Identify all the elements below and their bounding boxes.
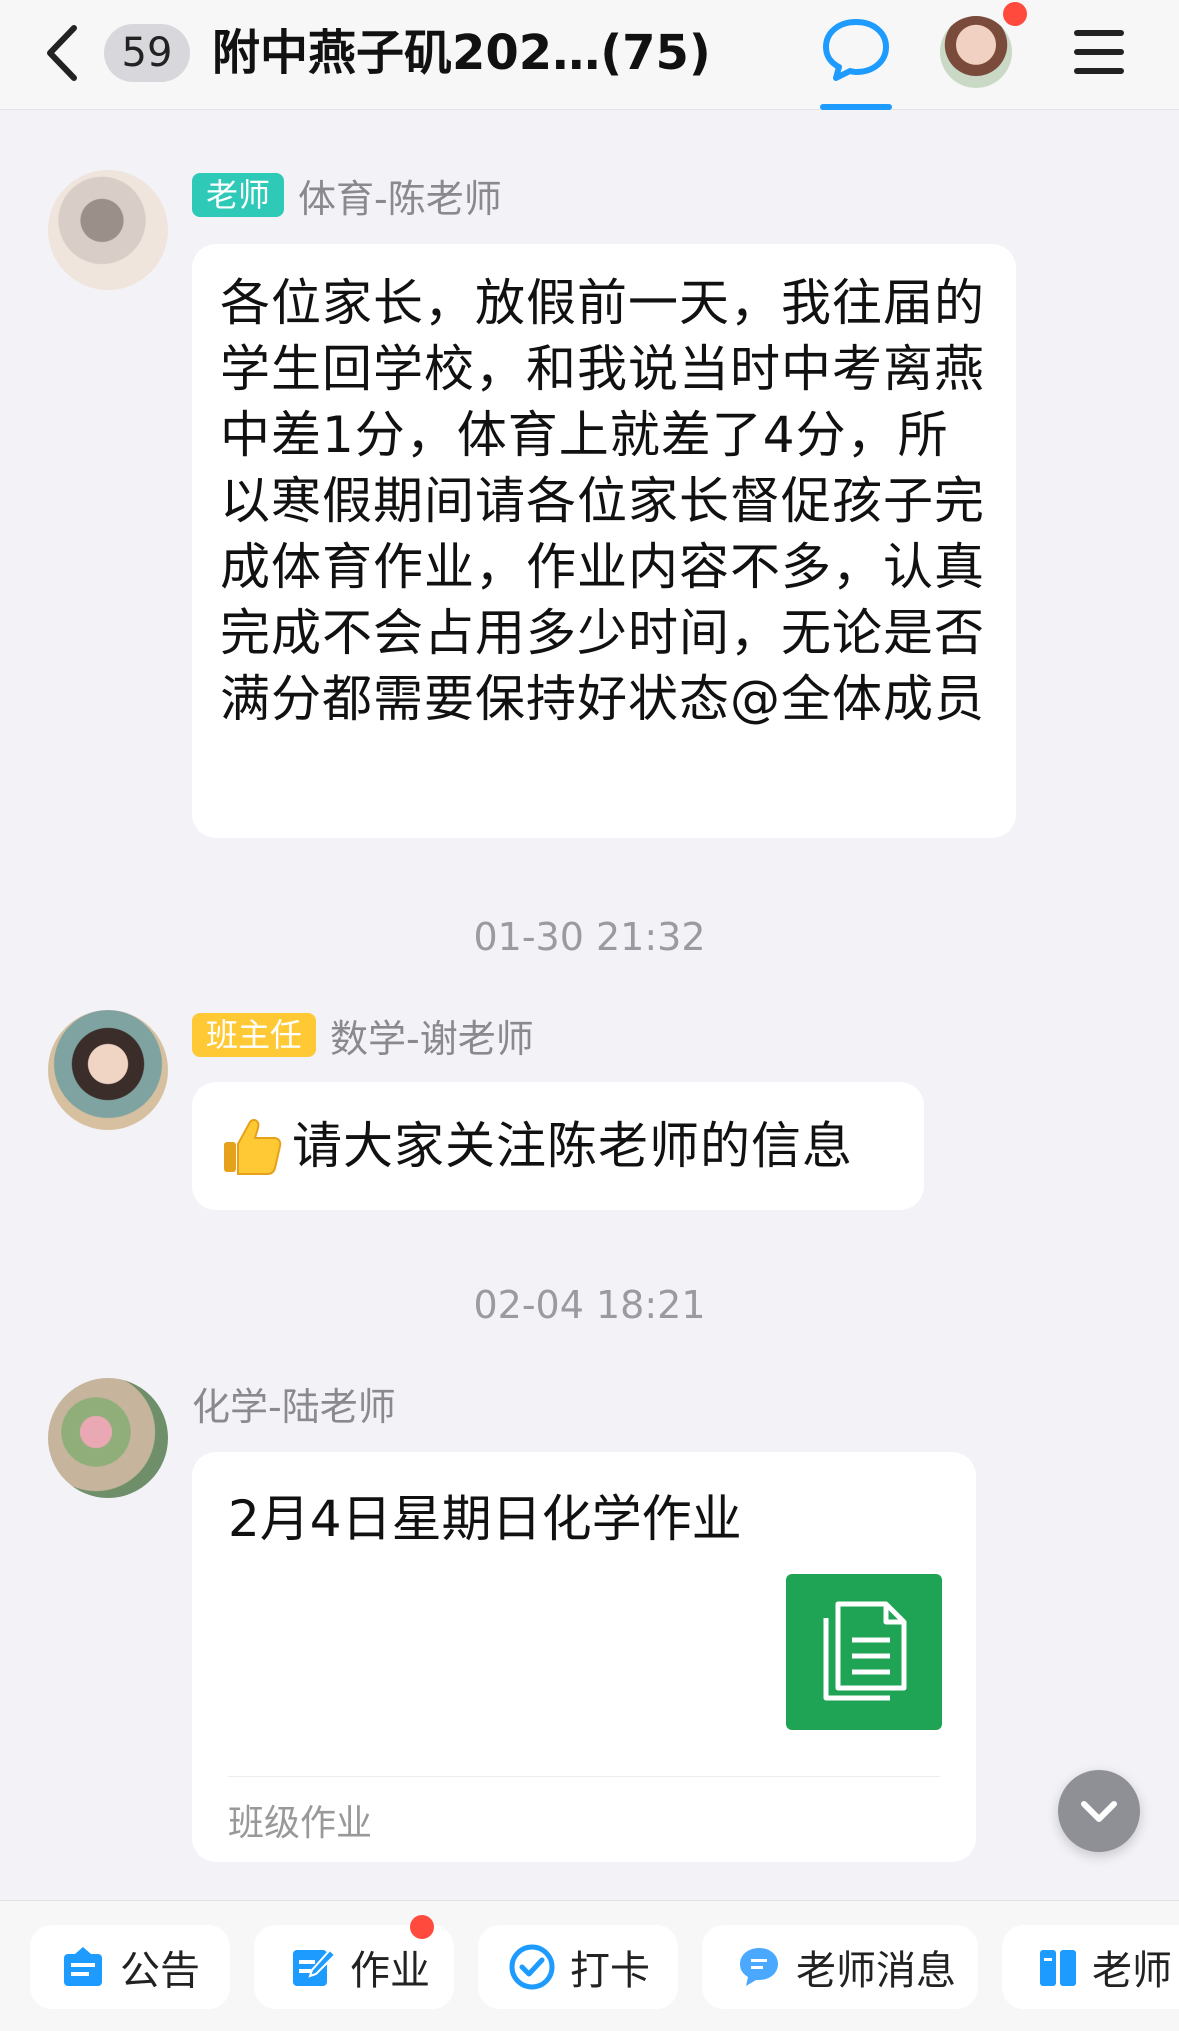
toolbar-label: 老师 bbox=[1092, 1948, 1172, 1994]
bottom-toolbar: 公告 作业 打卡 老师消息 老师 bbox=[0, 1900, 1179, 2031]
message-timestamp: 01-30 21:32 bbox=[473, 915, 706, 959]
chevron-down-icon bbox=[1081, 1801, 1117, 1822]
teacher-icon bbox=[1040, 1950, 1076, 1986]
sender-line: 老师 体育-陈老师 bbox=[192, 172, 502, 221]
toolbar-label: 公告 bbox=[120, 1948, 200, 1994]
sender-line: 化学-陆老师 bbox=[192, 1380, 396, 1429]
top-bar: 59 附中燕子矶202…(75) bbox=[0, 0, 1179, 110]
user-avatar[interactable] bbox=[940, 16, 1012, 88]
unread-count-badge[interactable]: 59 bbox=[104, 24, 190, 82]
group-title[interactable]: 附中燕子矶202…(75) bbox=[212, 18, 711, 88]
homework-card[interactable]: 2月4日星期日化学作业 班级作业 bbox=[192, 1452, 976, 1862]
scroll-to-bottom-button[interactable] bbox=[1058, 1770, 1140, 1852]
chat-tab[interactable] bbox=[820, 14, 892, 110]
teacher-button[interactable]: 老师 bbox=[1002, 1925, 1179, 2009]
toolbar-label: 打卡 bbox=[570, 1948, 650, 1994]
notice-icon bbox=[64, 1947, 102, 1986]
notification-dot bbox=[1003, 2, 1027, 26]
homework-notification-dot bbox=[410, 1915, 434, 1939]
sender-avatar[interactable] bbox=[48, 1378, 168, 1498]
back-chevron-icon[interactable] bbox=[40, 22, 90, 84]
card-footer-label: 班级作业 bbox=[228, 1803, 373, 1844]
role-tag: 老师 bbox=[192, 173, 285, 217]
checkin-button[interactable]: 打卡 bbox=[478, 1925, 678, 2009]
document-icon bbox=[786, 1574, 942, 1730]
menu-icon[interactable] bbox=[1074, 30, 1124, 74]
message-text: 各位家长，放假前一天，我往届的学生回学校，和我说当时中考离燕中差1分，体育上就差… bbox=[220, 274, 985, 728]
chat-bubble-icon bbox=[823, 19, 889, 81]
card-divider bbox=[228, 1776, 940, 1777]
homework-title: 2月4日星期日化学作业 bbox=[228, 1490, 742, 1548]
teacher-message-icon bbox=[740, 1948, 778, 1986]
sender-name: 化学-陆老师 bbox=[192, 1384, 396, 1429]
sender-name: 体育-陈老师 bbox=[298, 176, 502, 221]
toolbar-label: 作业 bbox=[350, 1948, 430, 1994]
thumbs-up-icon bbox=[224, 1119, 282, 1175]
message-timestamp: 02-04 18:21 bbox=[473, 1283, 706, 1327]
message-bubble[interactable]: 请大家关注陈老师的信息 bbox=[192, 1082, 924, 1210]
sender-name: 数学-谢老师 bbox=[330, 1016, 534, 1061]
role-tag: 班主任 bbox=[192, 1013, 317, 1057]
toolbar-label: 老师消息 bbox=[796, 1948, 956, 1994]
checkin-icon bbox=[509, 1944, 555, 1990]
homework-icon bbox=[293, 1948, 336, 1986]
message-text: 请大家关注陈老师的信息 bbox=[292, 1117, 853, 1175]
message-bubble[interactable]: 各位家长，放假前一天，我往届的学生回学校，和我说当时中考离燕中差1分，体育上就差… bbox=[192, 244, 1016, 838]
sender-line: 班主任 数学-谢老师 bbox=[192, 1012, 534, 1061]
teacher-message-button[interactable]: 老师消息 bbox=[702, 1925, 978, 2009]
sender-avatar[interactable] bbox=[48, 1010, 168, 1130]
notice-button[interactable]: 公告 bbox=[30, 1925, 230, 2009]
sender-avatar[interactable] bbox=[48, 170, 168, 290]
active-tab-indicator bbox=[820, 104, 892, 110]
